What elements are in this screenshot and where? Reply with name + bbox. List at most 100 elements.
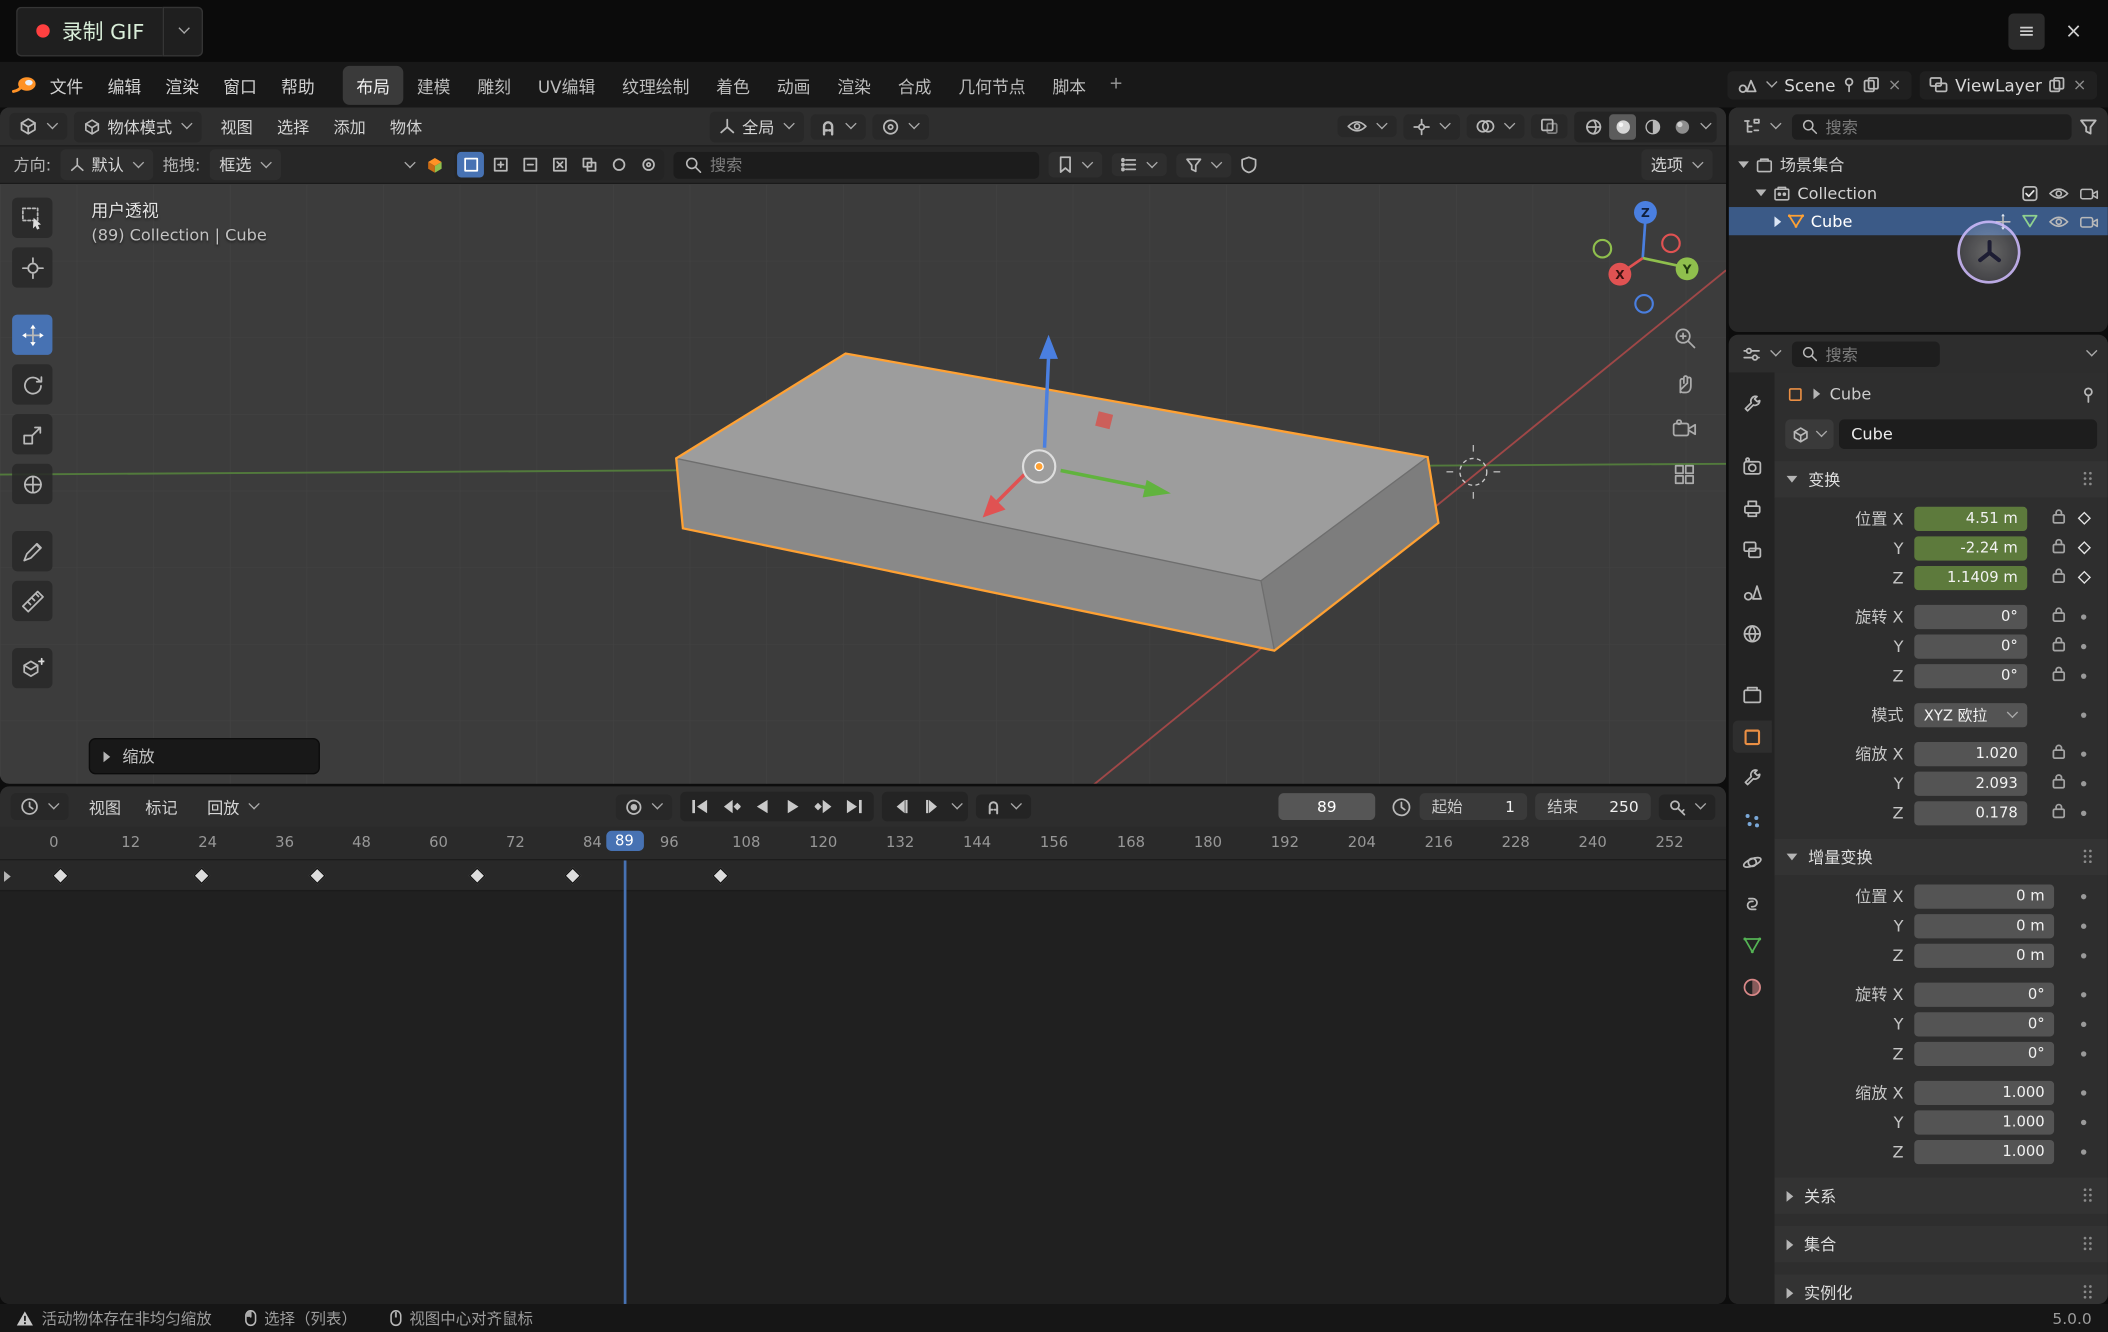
- record-gif-dropdown[interactable]: [163, 6, 203, 56]
- rotation-z-field[interactable]: 0°: [1914, 663, 2027, 687]
- new-scene-icon[interactable]: [1864, 77, 1880, 93]
- measure-tool[interactable]: [12, 581, 52, 621]
- scene-selector[interactable]: Scene ×: [1728, 71, 1912, 99]
- collapsed-section-header[interactable]: 实例化: [1774, 1274, 2107, 1304]
- pan-button[interactable]: [1668, 367, 1700, 399]
- menubar-menu[interactable]: 编辑: [95, 67, 153, 103]
- properties-tab-output[interactable]: [1732, 492, 1771, 524]
- collapse-icon[interactable]: [1738, 161, 1749, 168]
- animate-dot-button[interactable]: [2074, 643, 2093, 648]
- delta-location-z-field[interactable]: 0 m: [1914, 943, 2054, 967]
- lock-icon[interactable]: [2051, 773, 2066, 793]
- current-frame-line[interactable]: [623, 860, 626, 1304]
- mode-dropdown[interactable]: 物体模式: [74, 111, 202, 142]
- workspace-tab[interactable]: +: [1100, 65, 1133, 104]
- properties-search-field[interactable]: 搜索: [1792, 341, 1939, 367]
- object-name-field[interactable]: Cube: [1839, 419, 2097, 449]
- orientation-dropdown[interactable]: 全局: [710, 111, 804, 142]
- jump-to-start-button[interactable]: [686, 794, 714, 818]
- pin-icon[interactable]: [2081, 385, 2096, 402]
- next-keyframe-button[interactable]: [809, 794, 837, 818]
- workspace-tab[interactable]: UV编辑: [524, 65, 608, 104]
- options-dropdown[interactable]: 选项: [1641, 149, 1712, 180]
- frame-back-button[interactable]: [887, 794, 915, 818]
- camera-icon[interactable]: [2080, 186, 2099, 201]
- jump-to-end-button[interactable]: [840, 794, 868, 818]
- editor-type-button[interactable]: [9, 113, 67, 140]
- bookmark-dropdown[interactable]: [1049, 152, 1103, 178]
- overlays-dropdown[interactable]: [1467, 114, 1525, 138]
- viewport-menu[interactable]: 物体: [378, 110, 434, 144]
- current-frame-field[interactable]: 89: [1278, 793, 1375, 820]
- delta-transform-section-header[interactable]: 增量变换: [1774, 839, 2107, 875]
- channel-expand-arrow[interactable]: [4, 871, 11, 882]
- properties-tab-collection[interactable]: [1732, 679, 1771, 711]
- end-frame-field[interactable]: 结束 250: [1535, 793, 1651, 820]
- transform-section-header[interactable]: 变换: [1774, 461, 2107, 497]
- drag-dots-icon[interactable]: [2084, 1285, 2096, 1300]
- drag-dots-icon[interactable]: [2084, 850, 2096, 865]
- animate-dot-button[interactable]: [2074, 1090, 2093, 1095]
- lock-icon[interactable]: [2051, 803, 2066, 823]
- rotation-x-field[interactable]: 0°: [1914, 604, 2027, 628]
- outliner-row-collection[interactable]: Collection: [1729, 179, 2108, 207]
- axis-x-neg-ball[interactable]: [1662, 235, 1679, 252]
- animate-dot-button[interactable]: [2074, 991, 2093, 996]
- delta-scale-x-field[interactable]: 1.000: [1914, 1080, 2054, 1104]
- keyframe-diamond[interactable]: [52, 867, 69, 884]
- animate-dot-button[interactable]: [2074, 893, 2093, 898]
- object-id-dropdown[interactable]: [1785, 419, 1833, 449]
- cursor-tool[interactable]: [12, 247, 52, 287]
- delta-rotation-y-field[interactable]: 0°: [1914, 1012, 2054, 1036]
- tool-presets-chevron[interactable]: [404, 156, 415, 167]
- axis-z-neg-ball[interactable]: [1635, 295, 1652, 312]
- menubar-menu[interactable]: 帮助: [269, 67, 327, 103]
- delta-scale-z-field[interactable]: 1.000: [1914, 1139, 2054, 1163]
- delta-rotation-z-field[interactable]: 0°: [1914, 1041, 2054, 1065]
- properties-tab-particles[interactable]: [1732, 804, 1771, 836]
- workspace-tab[interactable]: 纹理绘制: [609, 65, 703, 104]
- zoom-button[interactable]: [1668, 321, 1700, 353]
- snap-playhead-dropdown[interactable]: [976, 794, 1031, 818]
- pin-icon[interactable]: [1842, 77, 1857, 93]
- select-mode-subtract-button[interactable]: [516, 152, 543, 178]
- workspace-tab[interactable]: 动画: [763, 65, 824, 104]
- animate-dot-button[interactable]: [2074, 673, 2093, 678]
- animate-dot-button[interactable]: [2074, 1051, 2093, 1056]
- animate-dot-button[interactable]: [2074, 1021, 2093, 1026]
- outliner-editor-type-button[interactable]: [1740, 114, 1784, 140]
- gizmos-dropdown[interactable]: [1403, 114, 1459, 140]
- prev-keyframe-button[interactable]: [717, 794, 745, 818]
- timeline-editor-type-button[interactable]: [11, 793, 69, 820]
- xray-toggle[interactable]: [1531, 114, 1567, 138]
- animate-dot-button[interactable]: [2074, 780, 2093, 785]
- properties-tab-material[interactable]: [1732, 971, 1771, 1003]
- select-mode-intersect-button[interactable]: [576, 152, 603, 178]
- viewport-search-field[interactable]: 搜索: [674, 151, 1040, 178]
- animate-dot-button[interactable]: [2074, 751, 2093, 756]
- menubar-menu[interactable]: 渲染: [153, 67, 211, 103]
- scale-tool[interactable]: [12, 414, 52, 454]
- record-gif-button[interactable]: 录制 GIF: [16, 6, 163, 56]
- scale-z-field[interactable]: 0.178: [1914, 801, 2027, 825]
- properties-tab-tool[interactable]: [1732, 389, 1771, 421]
- timeline-ruler[interactable]: 89 0122436486072849610812013214415616818…: [0, 827, 1726, 861]
- timeline-tracks[interactable]: [0, 860, 1726, 1304]
- current-frame-pill[interactable]: 89: [606, 831, 644, 851]
- animate-dot-button[interactable]: [2074, 810, 2093, 815]
- keyframe-diamond[interactable]: [712, 867, 729, 884]
- transform-tool[interactable]: [12, 464, 52, 504]
- chevron-down-icon[interactable]: [2086, 345, 2097, 356]
- workspace-tab[interactable]: 脚本: [1039, 65, 1100, 104]
- collapse-icon[interactable]: [1756, 190, 1767, 197]
- list-dropdown[interactable]: [1112, 153, 1167, 176]
- time-clock-icon[interactable]: [1391, 796, 1411, 816]
- expand-icon[interactable]: [1774, 216, 1781, 227]
- properties-editor-type-button[interactable]: [1740, 341, 1784, 367]
- visibility-dropdown[interactable]: [1338, 116, 1397, 138]
- properties-tab-constraints[interactable]: [1732, 887, 1771, 919]
- scale-x-field[interactable]: 1.020: [1914, 741, 2027, 765]
- filter-dropdown[interactable]: [1176, 153, 1231, 177]
- animate-dot-button[interactable]: [2074, 923, 2093, 928]
- menubar-menu[interactable]: 文件: [38, 67, 96, 103]
